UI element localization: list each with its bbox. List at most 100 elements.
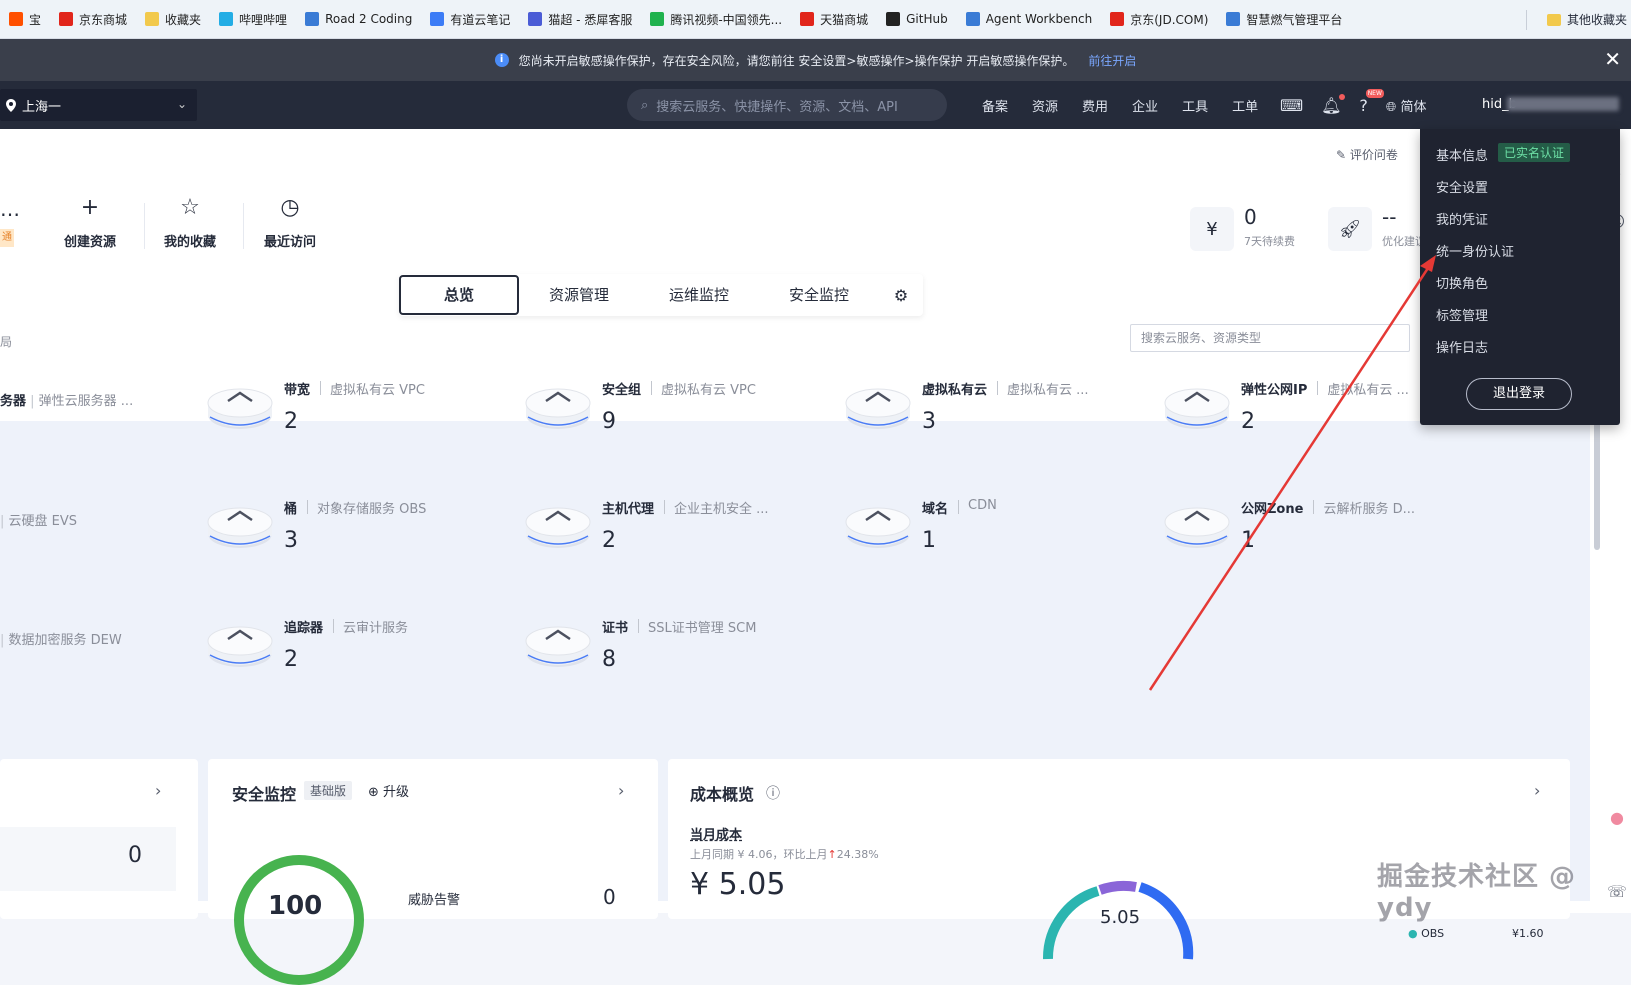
bookmark-item[interactable]: 京东商城 <box>50 0 136 39</box>
resource-card[interactable]: 域名 CDN 1 <box>844 498 1154 588</box>
resource-count: 1 <box>1241 528 1255 553</box>
language-switch[interactable]: 🌐︎ 简体 <box>1386 96 1427 115</box>
menu-iam[interactable]: 统一身份认证 <box>1436 241 1514 260</box>
terminal-icon[interactable]: ⌨ <box>1280 96 1303 115</box>
resource-divider <box>997 381 999 395</box>
menu-security-settings[interactable]: 安全设置 <box>1436 177 1488 196</box>
nav-link-enterprise[interactable]: 企业 <box>1120 96 1170 115</box>
create-resource-button[interactable]: + 创建资源 <box>64 197 117 251</box>
menu-basic-info[interactable]: 基本信息 <box>1436 145 1488 164</box>
tab-overview[interactable]: 总览 <box>399 275 519 315</box>
more-icon[interactable]: … <box>0 197 20 221</box>
bookmark-item[interactable]: 京东(JD.COM) <box>1101 0 1217 39</box>
menu-tag-management[interactable]: 标签管理 <box>1436 305 1488 324</box>
nav-link-tickets[interactable]: 工单 <box>1220 96 1270 115</box>
bookmark-label: 智慧燃气管理平台 <box>1246 12 1343 27</box>
resource-card[interactable]: 桶 对象存储服务 OBS 3 <box>206 498 516 588</box>
create-resource-label: 创建资源 <box>64 235 117 250</box>
resource-service: 虚拟私有云 VPC <box>661 383 756 398</box>
bookmark-label: 腾讯视频-中国领先... <box>670 12 783 27</box>
menu-switch-role[interactable]: 切换角色 <box>1436 273 1488 292</box>
bookmark-item[interactable]: 智慧燃气管理平台 <box>1217 0 1351 39</box>
resource-service: 云审计服务 <box>343 621 409 636</box>
bell-icon[interactable]: 🔔︎ <box>1321 93 1346 115</box>
folder-icon <box>145 12 160 26</box>
left-resource-2[interactable]: | 云硬盘 EVS <box>0 510 77 529</box>
bookmark-label: 哔哩哔哩 <box>239 12 288 27</box>
help-icon[interactable]: ⓘ <box>766 783 780 803</box>
renewal-icon[interactable]: ¥ <box>1190 207 1234 251</box>
month-cost-label: 当月成本 <box>690 828 743 843</box>
bookmark-item[interactable]: 收藏夹 <box>136 0 210 39</box>
bookmark-item[interactable]: 腾讯视频-中国领先... <box>641 0 791 39</box>
nav-link-tools[interactable]: 工具 <box>1170 96 1220 115</box>
survey-label: 评价问卷 <box>1349 148 1398 162</box>
bookmark-item[interactable]: 宝 <box>0 0 50 39</box>
bookmark-item[interactable]: 天猫商城 <box>791 0 877 39</box>
nav-link-billing[interactable]: 费用 <box>1070 96 1120 115</box>
legend-obs-value: ¥1.60 <box>1512 927 1544 940</box>
left-resource-3[interactable]: | 数据加密服务 DEW <box>0 629 122 648</box>
taobao-icon <box>9 12 23 26</box>
global-search-input[interactable]: ⌕ 搜索云服务、快捷操作、资源、文档、API <box>627 89 947 121</box>
donut-center-value: 5.05 <box>1100 907 1141 928</box>
nav-link-resources[interactable]: 资源 <box>1020 96 1070 115</box>
resource-divider <box>638 619 640 633</box>
chevron-right-icon[interactable]: › <box>618 781 624 800</box>
left-resource-1[interactable]: 务器 | 弹性云服务器 ... <box>0 390 133 409</box>
tab-resource-management[interactable]: 资源管理 <box>519 275 639 315</box>
bookmark-item[interactable]: GitHub <box>877 0 957 39</box>
tab-ops-monitoring[interactable]: 运维监控 <box>639 275 759 315</box>
optimization-count: -- <box>1382 205 1397 229</box>
resource-count: 9 <box>602 409 616 434</box>
resource-card[interactable]: 公网Zone 云解析服务 D... 1 <box>1163 498 1473 588</box>
resource-card[interactable]: 追踪器 云审计服务 2 <box>206 617 516 707</box>
recent-button[interactable]: ◷ 最近访问 <box>264 197 316 251</box>
resource-count: 1 <box>922 528 936 553</box>
left-resource-1-name: 务器 <box>0 394 27 409</box>
survey-link[interactable]: ✎ 评价问卷 <box>1336 146 1398 163</box>
cdn-icon <box>845 507 911 548</box>
chevron-right-icon[interactable]: › <box>155 781 161 800</box>
tab-security-monitoring[interactable]: 安全监控 <box>759 275 879 315</box>
close-icon[interactable]: ✕ <box>1604 48 1621 70</box>
menu-operation-logs[interactable]: 操作日志 <box>1436 337 1488 356</box>
logout-button[interactable]: 退出登录 <box>1466 378 1572 410</box>
help-icon[interactable]: ? NEW <box>1359 88 1384 115</box>
resource-name: 带宽 <box>284 383 311 398</box>
floating-assistant-icon[interactable]: ● <box>1603 808 1631 827</box>
resource-card[interactable]: 安全组 虚拟私有云 VPC 9 <box>524 379 834 469</box>
bookmark-item[interactable]: 哔哩哔哩 <box>210 0 296 39</box>
tmall-icon <box>800 12 815 26</box>
resource-name: 虚拟私有云 <box>922 383 988 398</box>
gear-icon[interactable]: ⚙ <box>879 286 923 305</box>
cloud-network-icon <box>845 388 911 429</box>
bookmark-item[interactable]: Road 2 Coding <box>296 0 421 39</box>
left-panel-box <box>0 827 176 891</box>
jd-icon <box>59 12 74 26</box>
bookmark-item[interactable]: 猫超 - 悉犀客服 <box>519 0 641 39</box>
resource-card[interactable]: 主机代理 企业主机安全 ... 2 <box>524 498 834 588</box>
resource-search-input[interactable]: 搜索云服务、资源类型 <box>1130 324 1410 352</box>
resource-name: 域名 <box>922 502 949 517</box>
resource-card[interactable]: 带宽 虚拟私有云 VPC 2 <box>206 379 516 469</box>
menu-my-credentials[interactable]: 我的凭证 <box>1436 209 1488 228</box>
chevron-right-icon[interactable]: › <box>1534 781 1540 800</box>
scrollbar[interactable] <box>1594 420 1600 550</box>
nav-link-beian[interactable]: 备案 <box>970 96 1020 115</box>
bookmark-item[interactable]: Agent Workbench <box>957 0 1102 39</box>
rocket-icon[interactable]: 🚀︎ <box>1328 207 1372 251</box>
favorites-label: 我的收藏 <box>164 235 217 250</box>
left-resource-1-svc: 弹性云服务器 ... <box>38 394 134 409</box>
upgrade-link[interactable]: ⊕ 升级 <box>368 781 409 800</box>
other-bookmarks[interactable]: 其他收藏夹 <box>1546 0 1631 39</box>
edition-badge: 基础版 <box>304 781 353 800</box>
left-resource-3-svc: 数据加密服务 DEW <box>8 633 122 648</box>
banner-enable-link[interactable]: 前往开启 <box>1088 52 1136 69</box>
resource-card[interactable]: 证书 SSL证书管理 SCM 8 <box>524 617 834 707</box>
favorites-button[interactable]: ☆ 我的收藏 <box>164 197 217 251</box>
region-selector[interactable]: 上海一 ⌄ <box>0 89 197 121</box>
resource-card[interactable]: 虚拟私有云 虚拟私有云 ... 3 <box>844 379 1154 469</box>
folder-icon <box>1546 13 1561 26</box>
bookmark-item[interactable]: 有道云笔记 <box>421 0 519 39</box>
